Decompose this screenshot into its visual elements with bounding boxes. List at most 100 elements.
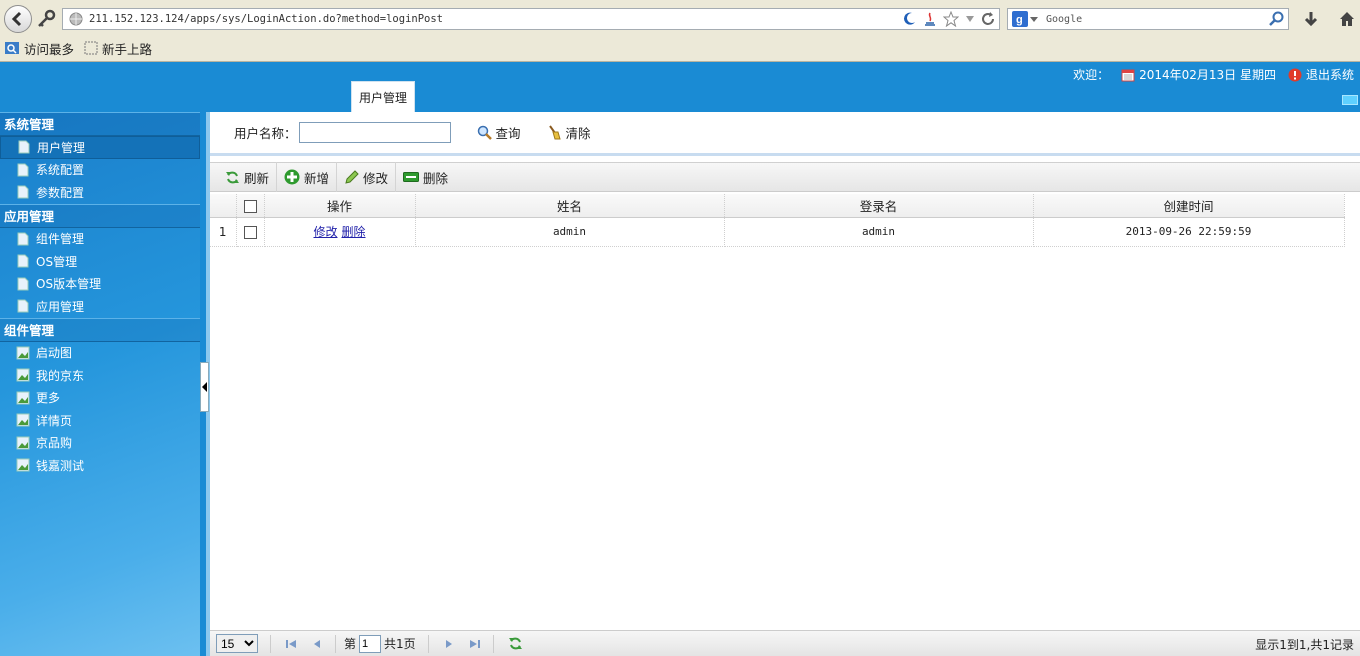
user-table: 操作 姓名 登录名 创建时间 1 修改 删除 admin admin 2013-0… — [210, 194, 1345, 247]
sidebar-item-label: 启动图 — [36, 346, 73, 361]
sidebar-section-apps[interactable]: 应用管理 — [0, 203, 200, 228]
record-info: 显示1到1,共1记录 — [1255, 638, 1354, 652]
add-button[interactable]: 新增 — [277, 162, 338, 192]
home-icon[interactable] — [1338, 10, 1356, 28]
table-row[interactable]: 1 修改 删除 admin admin 2013-09-26 22:59:59 — [210, 217, 1345, 247]
sidebar: 系统管理 用户管理 系统配置 参数配置 应用管理 组件管理 OS管理 OS版本管… — [0, 112, 200, 656]
reload-icon[interactable] — [981, 12, 995, 26]
magnifier-icon[interactable] — [1268, 11, 1284, 27]
column-header-name[interactable]: 姓名 — [415, 194, 725, 218]
sidebar-item-qianjia-test[interactable]: 钱嘉测试 — [0, 454, 200, 477]
logout-link[interactable]: 退出系统 — [1288, 66, 1354, 83]
sidebar-item-my-jd[interactable]: 我的京东 — [0, 364, 200, 387]
username-input[interactable] — [298, 122, 451, 143]
key-icon[interactable] — [36, 9, 56, 29]
url-text[interactable]: 211.152.123.124/apps/sys/LoginAction.do?… — [89, 13, 443, 25]
page-size-select[interactable]: 15 — [216, 634, 258, 653]
sidebar-item-label: 京品购 — [36, 436, 73, 451]
pagination-bar: 15 第 共1页 显示1到1,共1记录 — [210, 630, 1360, 656]
edit-button[interactable]: 修改 — [337, 162, 397, 192]
page-icon — [17, 232, 29, 246]
next-page-icon[interactable] — [443, 638, 455, 650]
back-button[interactable] — [4, 5, 32, 33]
pager-separator — [427, 634, 429, 653]
refresh-label: 刷新 — [244, 170, 270, 186]
page-number-input[interactable] — [359, 634, 382, 653]
delete-label: 删除 — [423, 170, 449, 186]
first-page-icon[interactable] — [285, 638, 297, 650]
sidebar-item-splash[interactable]: 启动图 — [0, 342, 200, 365]
logout-label: 退出系统 — [1305, 68, 1354, 82]
edit-label: 修改 — [363, 170, 389, 186]
sidebar-item-label: OS管理 — [36, 254, 78, 269]
globe-icon — [69, 12, 83, 26]
sidebar-item-label: 系统配置 — [36, 163, 85, 178]
google-icon[interactable]: g — [1012, 11, 1028, 27]
java-icon[interactable] — [923, 11, 937, 27]
sidebar-item-param-config[interactable]: 参数配置 — [0, 181, 200, 204]
row-delete-link[interactable]: 删除 — [342, 225, 366, 239]
pencil-icon — [345, 169, 359, 184]
sidebar-item-jingpingou[interactable]: 京品购 — [0, 432, 200, 455]
collapse-sidebar-button[interactable] — [200, 362, 209, 412]
dropdown-arrow-icon[interactable] — [965, 14, 975, 24]
browser-chrome: 211.152.123.124/apps/sys/LoginAction.do?… — [0, 0, 1360, 62]
minus-icon — [403, 172, 420, 182]
refresh-button[interactable]: 刷新 — [218, 162, 278, 192]
chevron-left-icon — [201, 382, 207, 392]
tab-user-management[interactable]: 用户管理 — [351, 81, 415, 112]
sidebar-item-app-management[interactable]: 应用管理 — [0, 295, 200, 318]
page-icon — [17, 277, 29, 291]
bookmark-most-visited[interactable]: 访问最多 — [4, 39, 74, 58]
sidebar-item-user-management[interactable]: 用户管理 — [0, 136, 200, 159]
grid-toolbar: 刷新 新增 修改 删除 — [210, 162, 1360, 192]
row-checkbox[interactable] — [243, 225, 257, 239]
page-icon — [17, 299, 29, 313]
pager-separator — [492, 634, 494, 653]
address-bar[interactable]: 211.152.123.124/apps/sys/LoginAction.do?… — [62, 8, 1000, 30]
sidebar-item-more[interactable]: 更多 — [0, 387, 200, 410]
folder-search-icon — [5, 42, 19, 54]
page-prefix: 第 — [344, 637, 357, 651]
column-header-created[interactable]: 创建时间 — [1033, 194, 1345, 218]
row-edit-link[interactable]: 修改 — [313, 225, 337, 239]
sidebar-section-components[interactable]: 组件管理 — [0, 317, 200, 342]
sidebar-item-label: 应用管理 — [36, 299, 85, 314]
column-header-actions[interactable]: 操作 — [264, 194, 416, 218]
search-form: 用户名称： 查询 清除 — [210, 112, 1360, 156]
row-number: 1 — [210, 217, 237, 247]
header-right: 欢迎： 2014年02月13日 星期四 退出系统 — [1073, 66, 1354, 83]
sidebar-section-system[interactable]: 系统管理 — [0, 112, 200, 136]
back-arrow-icon — [11, 11, 22, 27]
download-icon[interactable] — [1302, 10, 1320, 28]
bookmark-getting-started[interactable]: 新手上路 — [84, 39, 152, 58]
bookmark-star-icon[interactable] — [943, 11, 959, 27]
engine-dropdown-icon[interactable] — [1030, 15, 1038, 23]
last-page-icon[interactable] — [469, 638, 481, 650]
sidebar-item-system-config[interactable]: 系统配置 — [0, 159, 200, 182]
prev-page-icon[interactable] — [311, 638, 323, 650]
column-header-login[interactable]: 登录名 — [724, 194, 1034, 218]
page-icon — [17, 163, 29, 177]
sidebar-item-component-management[interactable]: 组件管理 — [0, 228, 200, 251]
moon-addon-icon[interactable] — [901, 11, 917, 27]
warning-icon — [1288, 68, 1302, 81]
layout-toggle-icon[interactable] — [1342, 95, 1358, 105]
clear-button[interactable]: 清除 — [547, 123, 591, 142]
query-label: 查询 — [495, 126, 521, 141]
page-outline-icon — [84, 41, 98, 55]
sidebar-item-detail-page[interactable]: 详情页 — [0, 409, 200, 432]
sidebar-item-os-management[interactable]: OS管理 — [0, 250, 200, 273]
query-button[interactable]: 查询 — [477, 123, 521, 142]
bookmark-label: 访问最多 — [24, 41, 75, 57]
select-all-header[interactable] — [236, 194, 265, 218]
reload-page-icon[interactable] — [508, 636, 523, 651]
sidebar-item-os-version-management[interactable]: OS版本管理 — [0, 273, 200, 296]
select-all-checkbox[interactable] — [243, 199, 257, 213]
welcome-text: 欢迎： — [1073, 68, 1110, 82]
sidebar-item-label: OS版本管理 — [36, 277, 102, 292]
row-select-cell[interactable] — [236, 217, 265, 247]
delete-button[interactable]: 删除 — [396, 162, 455, 192]
search-bar[interactable]: g Google — [1007, 8, 1289, 30]
add-label: 新增 — [304, 170, 330, 186]
